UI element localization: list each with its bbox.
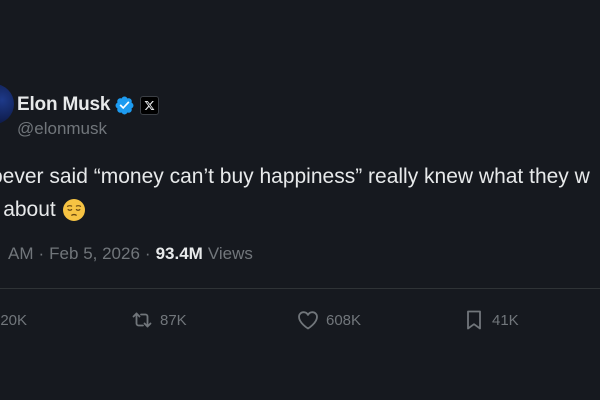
like-button[interactable]: 608K (296, 307, 361, 333)
x-affiliate-badge-icon[interactable] (140, 95, 160, 115)
divider (0, 288, 600, 289)
views-count[interactable]: 93.4M (156, 244, 203, 264)
reply-button[interactable]: 120K (0, 307, 27, 333)
author-handle[interactable]: @elonmusk (17, 119, 107, 139)
tweet-text-line-1: oever said “money can’t buy happiness” r… (0, 165, 590, 188)
tweet-text: oever said “money can’t buy happiness” r… (0, 160, 600, 193)
bookmark-button[interactable]: 41K (462, 307, 519, 333)
tweet-text-line-2: ng about (0, 198, 56, 221)
pensive-face-icon (62, 198, 86, 222)
reply-count: 120K (0, 311, 28, 329)
avatar[interactable] (0, 84, 14, 124)
tweet-date[interactable]: Feb 5, 2026 (49, 244, 140, 264)
tweet-meta-row: AM · Feb 5, 2026 · 93.4M Views (8, 244, 253, 264)
bookmark-icon (462, 308, 486, 332)
repost-icon (130, 308, 154, 332)
views-label: Views (207, 244, 253, 263)
like-count: 608K (326, 311, 362, 329)
bookmark-count: 41K (492, 311, 519, 329)
tweet-text-line-2-row: ng about (0, 193, 86, 226)
author-display-name[interactable]: Elon Musk (17, 94, 110, 116)
author-name-row: Elon Musk (17, 92, 160, 118)
repost-count: 87K (160, 311, 187, 329)
verified-badge-icon[interactable] (114, 95, 135, 116)
repost-button[interactable]: 87K (130, 307, 187, 333)
meta-separator: · (38, 244, 45, 263)
tweet-time[interactable]: AM (8, 244, 34, 264)
heart-icon (296, 308, 320, 332)
meta-separator: · (144, 244, 151, 263)
